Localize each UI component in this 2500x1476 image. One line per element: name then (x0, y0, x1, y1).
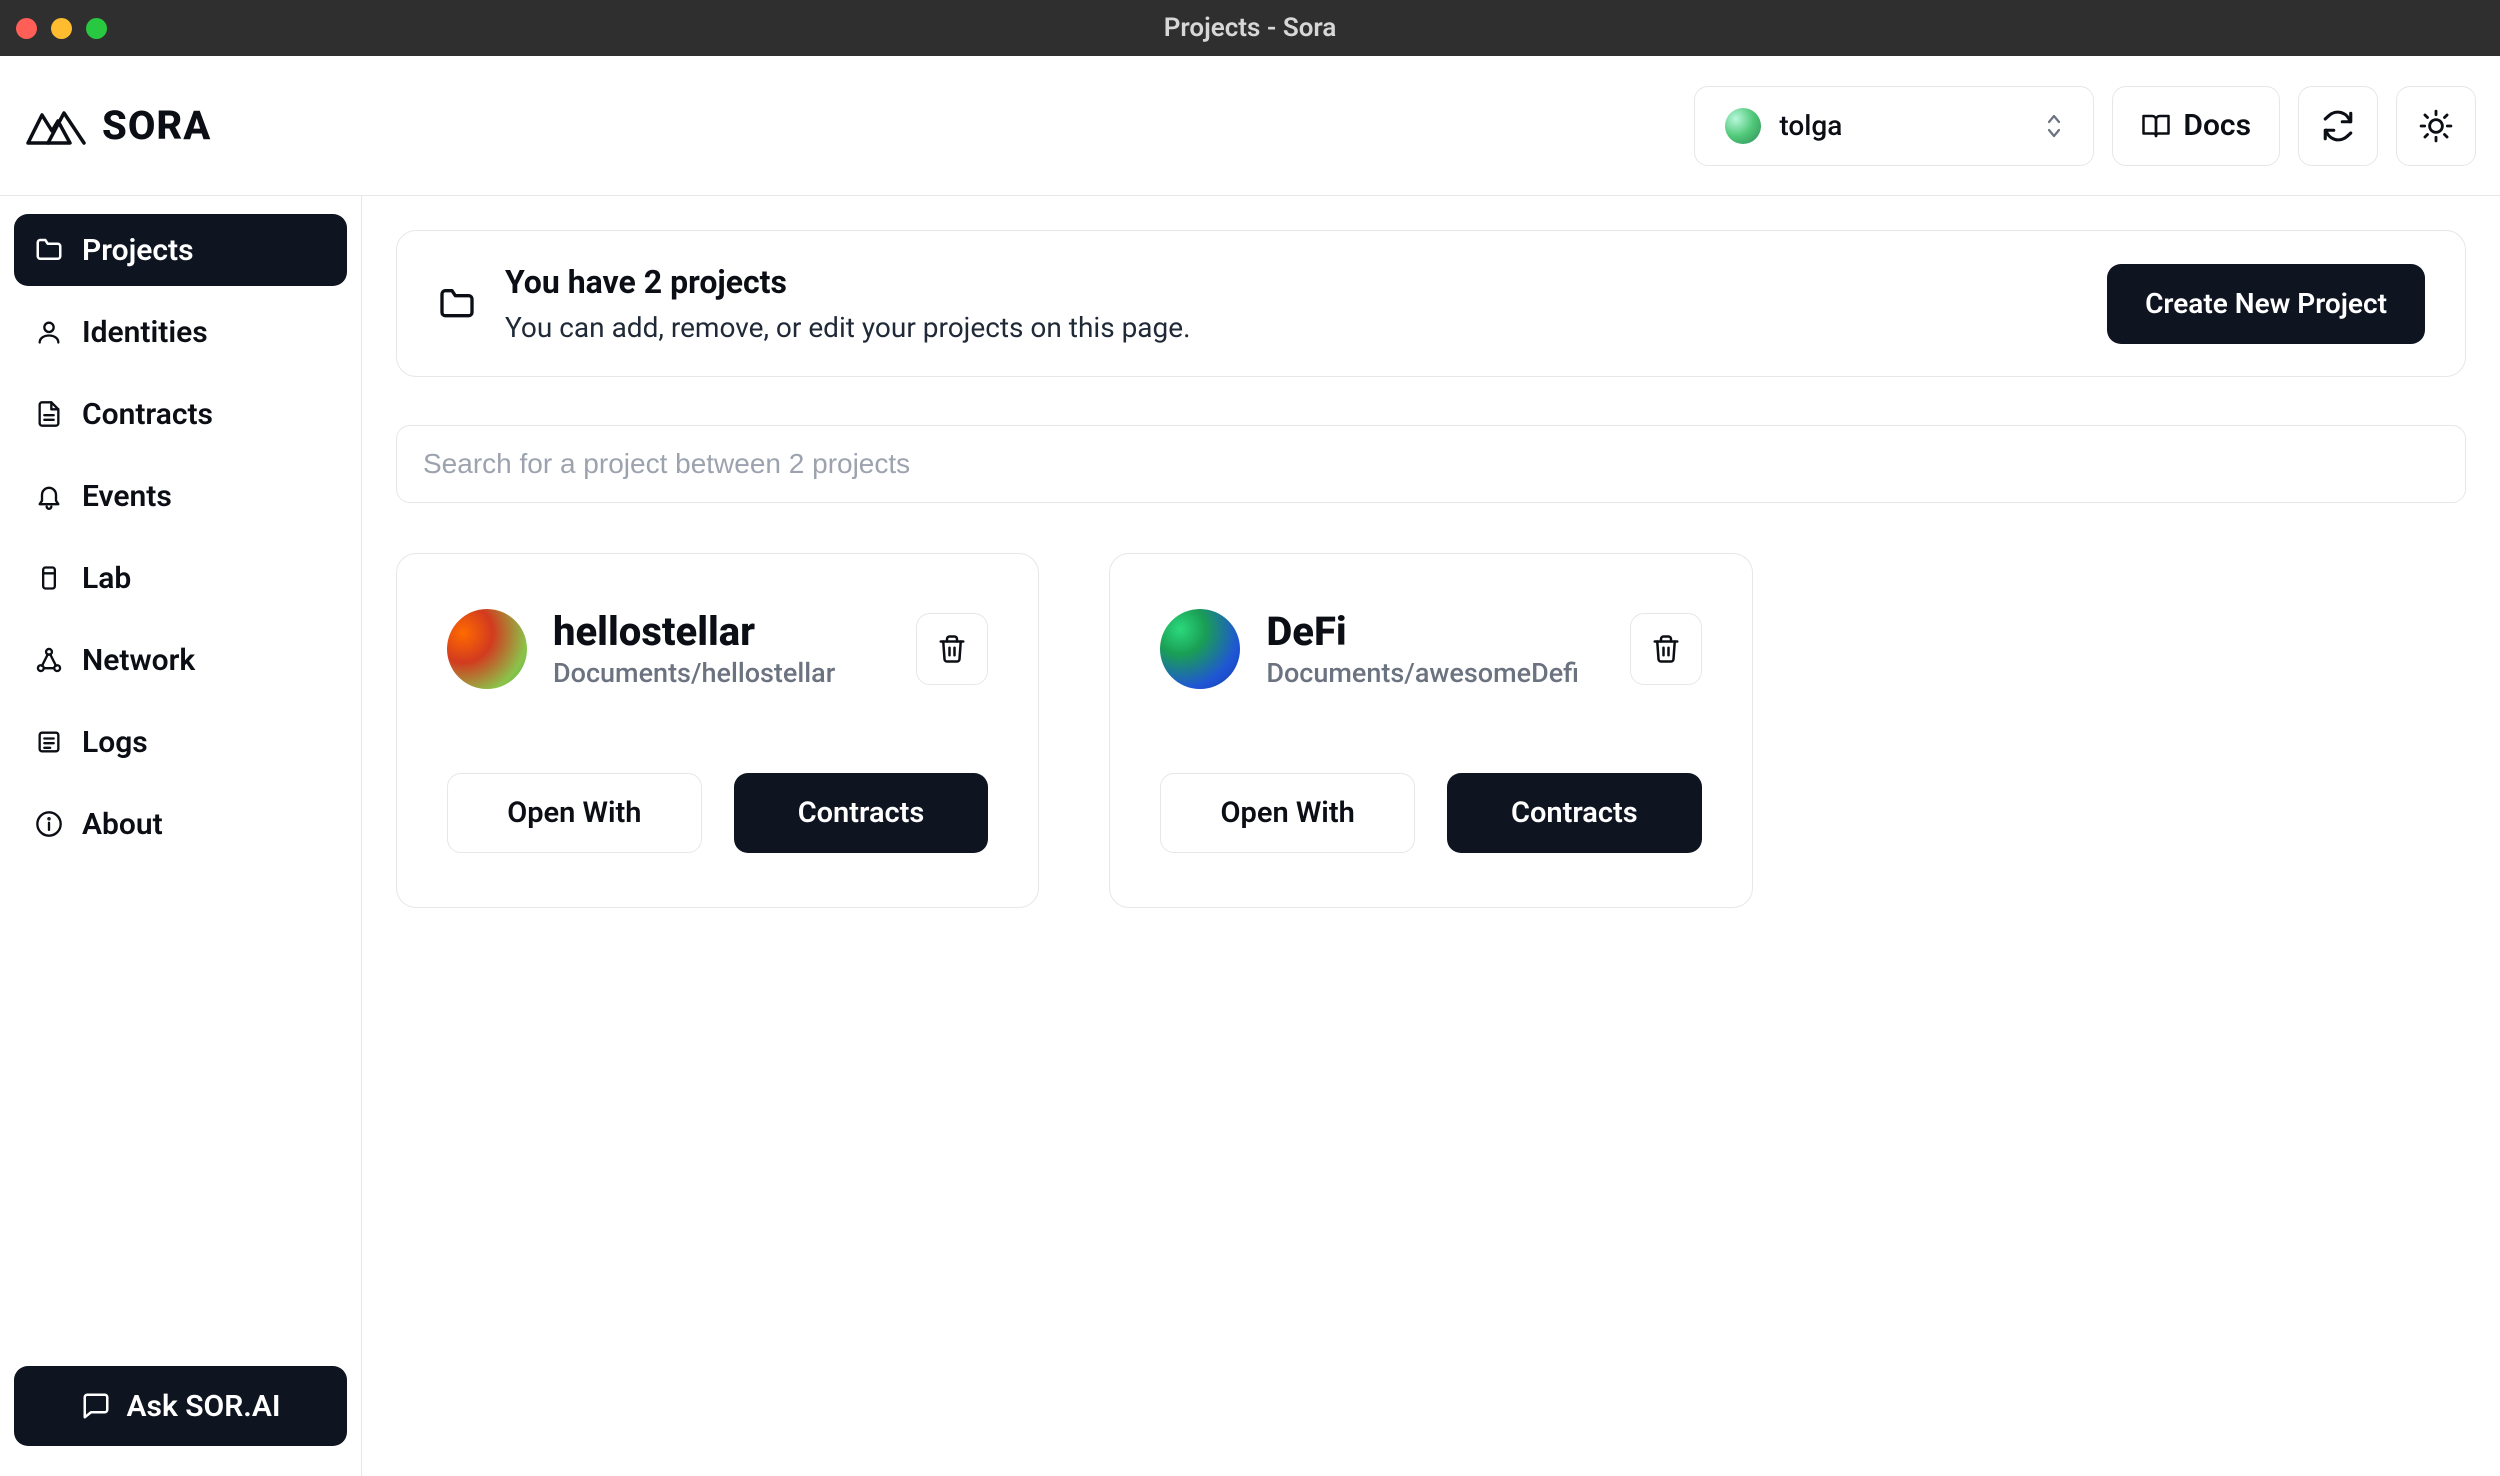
contracts-label: Contracts (798, 796, 925, 830)
mountain-icon (24, 105, 88, 147)
open-with-button[interactable]: Open With (447, 773, 702, 853)
ask-ai-button[interactable]: Ask SOR.AI (14, 1366, 347, 1446)
account-avatar-icon (1725, 108, 1761, 144)
project-card: hellostellar Documents/hellostellar Open… (396, 553, 1039, 908)
theme-toggle-button[interactable] (2396, 86, 2476, 166)
delete-project-button[interactable] (916, 613, 988, 685)
sidebar-item-label: Events (82, 479, 172, 514)
sidebar-item-projects[interactable]: Projects (14, 214, 347, 286)
info-icon (34, 809, 64, 839)
chat-icon (81, 1391, 111, 1421)
project-avatar-icon (1160, 609, 1240, 689)
trash-icon (1651, 634, 1681, 664)
projects-banner: You have 2 projects You can add, remove,… (396, 230, 2466, 377)
sidebar-item-label: Lab (82, 561, 131, 596)
project-name: hellostellar (553, 608, 835, 655)
project-path: Documents/awesomeDefi (1266, 657, 1579, 689)
create-project-button[interactable]: Create New Project (2107, 264, 2425, 344)
book-open-icon (2141, 111, 2171, 141)
person-icon (34, 317, 64, 347)
project-avatar-icon (447, 609, 527, 689)
sidebar-item-identities[interactable]: Identities (14, 296, 347, 368)
flask-icon (34, 563, 64, 593)
app-header: SORA tolga Docs (0, 56, 2500, 196)
refresh-icon (2321, 109, 2355, 143)
sidebar-item-lab[interactable]: Lab (14, 542, 347, 614)
folder-icon (34, 235, 64, 265)
network-icon (34, 645, 64, 675)
ask-ai-label: Ask SOR.AI (127, 1389, 281, 1424)
trash-icon (937, 634, 967, 664)
banner-subtitle: You can add, remove, or edit your projec… (505, 311, 1191, 344)
brand-name: SORA (102, 102, 211, 149)
window-title: Projects - Sora (1164, 13, 1337, 43)
sidebar-item-label: Projects (82, 233, 194, 268)
account-selector[interactable]: tolga (1694, 86, 2094, 166)
project-card: DeFi Documents/awesomeDefi Open With Co (1109, 553, 1752, 908)
contracts-button[interactable]: Contracts (734, 773, 989, 853)
sidebar-item-label: Logs (82, 725, 148, 760)
sidebar-item-label: Network (82, 643, 195, 678)
delete-project-button[interactable] (1630, 613, 1702, 685)
refresh-button[interactable] (2298, 86, 2378, 166)
open-with-label: Open With (1221, 796, 1355, 830)
contracts-button[interactable]: Contracts (1447, 773, 1702, 853)
main-content: You have 2 projects You can add, remove,… (362, 196, 2500, 1476)
brand-logo[interactable]: SORA (24, 102, 211, 149)
sidebar-item-about[interactable]: About (14, 788, 347, 860)
banner-title: You have 2 projects (505, 263, 1191, 301)
folder-icon (437, 284, 477, 324)
docs-button[interactable]: Docs (2112, 86, 2280, 166)
window-controls (16, 18, 107, 39)
open-with-label: Open With (507, 796, 641, 830)
sidebar-item-logs[interactable]: Logs (14, 706, 347, 778)
open-with-button[interactable]: Open With (1160, 773, 1415, 853)
sun-icon (2419, 109, 2453, 143)
project-path: Documents/hellostellar (553, 657, 835, 689)
chevron-up-down-icon (2045, 112, 2063, 140)
account-name: tolga (1779, 109, 1842, 142)
file-text-icon (34, 399, 64, 429)
window-titlebar: Projects - Sora (0, 0, 2500, 56)
docs-label: Docs (2183, 108, 2251, 143)
sidebar: Projects Identities Contracts Events (0, 196, 362, 1476)
contracts-label: Contracts (1511, 796, 1638, 830)
sidebar-item-label: Identities (82, 315, 208, 350)
sidebar-item-events[interactable]: Events (14, 460, 347, 532)
bell-icon (34, 481, 64, 511)
window-zoom-button[interactable] (86, 18, 107, 39)
project-name: DeFi (1266, 608, 1579, 655)
sidebar-item-contracts[interactable]: Contracts (14, 378, 347, 450)
window-minimize-button[interactable] (51, 18, 72, 39)
scroll-icon (34, 727, 64, 757)
sidebar-item-label: About (82, 807, 163, 842)
window-close-button[interactable] (16, 18, 37, 39)
create-project-label: Create New Project (2145, 287, 2387, 320)
project-search[interactable] (396, 425, 2466, 503)
sidebar-item-label: Contracts (82, 397, 213, 432)
sidebar-item-network[interactable]: Network (14, 624, 347, 696)
project-search-input[interactable] (423, 448, 2439, 480)
